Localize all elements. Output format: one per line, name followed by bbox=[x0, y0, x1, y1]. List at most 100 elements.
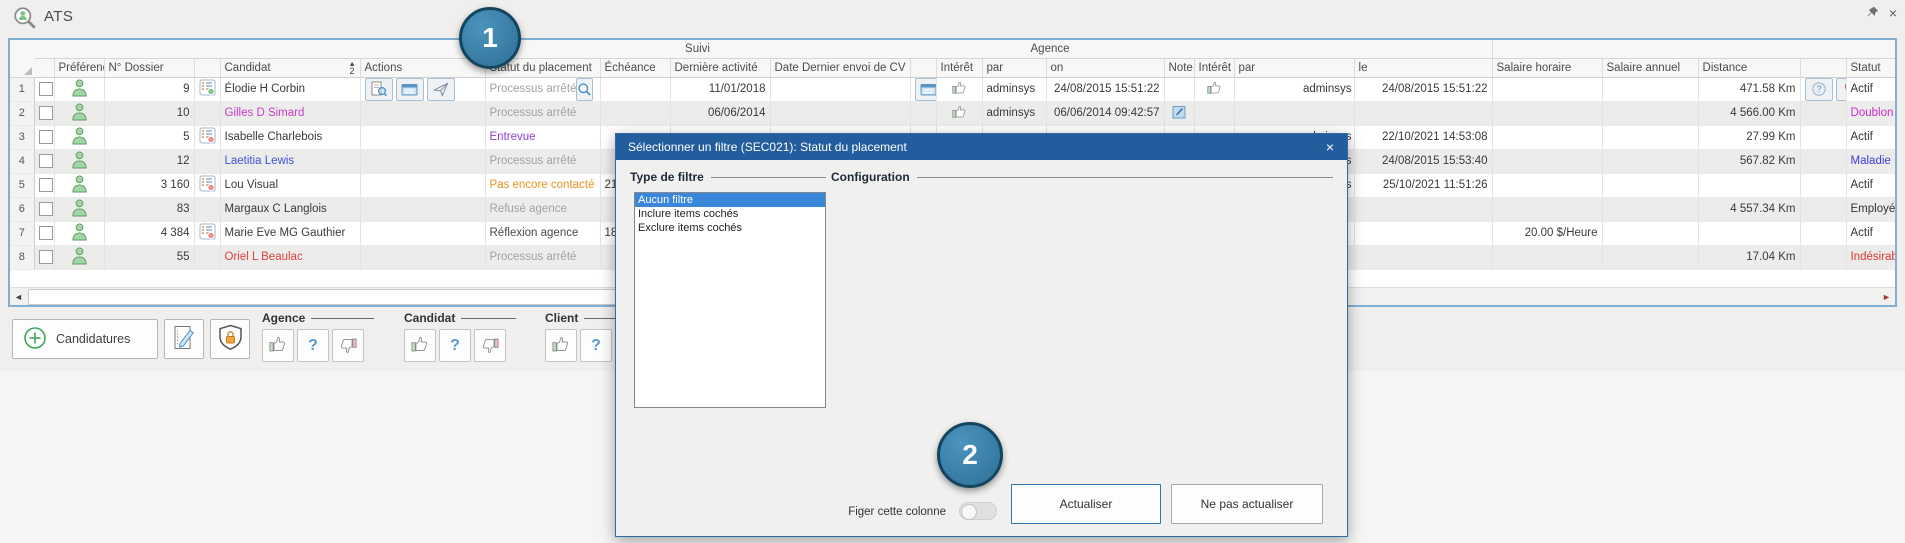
cell-le bbox=[1354, 101, 1492, 125]
cell-pref bbox=[54, 173, 104, 197]
col-header-distance[interactable]: Distance bbox=[1698, 58, 1800, 77]
close-icon[interactable]: × bbox=[1889, 6, 1897, 20]
col-header-pre-fe-renc[interactable]: Préférenc... bbox=[54, 58, 104, 77]
no-update-button[interactable]: Ne pas actualiser bbox=[1171, 484, 1323, 524]
row-checkbox[interactable] bbox=[39, 154, 53, 168]
cell-chk bbox=[34, 221, 54, 245]
col-header-e-che-ance[interactable]: Échéance bbox=[600, 58, 670, 77]
thumb-down-icon bbox=[481, 337, 499, 355]
row-checkbox[interactable] bbox=[39, 130, 53, 144]
col-header-inte-re-t[interactable]: Intérêt bbox=[1194, 58, 1234, 77]
row-number: 7 bbox=[10, 221, 34, 245]
cell-dist: 4 566.00 Km bbox=[1698, 101, 1800, 125]
row-checkbox[interactable] bbox=[39, 82, 53, 96]
filter-option[interactable]: Inclure items cochés bbox=[635, 207, 825, 221]
candidatures-button[interactable]: Candidatures bbox=[12, 319, 158, 359]
col-header-par[interactable]: par bbox=[1234, 58, 1354, 77]
group-header-col bbox=[34, 40, 485, 58]
col-header-candidat[interactable]: Candidat▲2 bbox=[220, 58, 360, 77]
col-header-col[interactable] bbox=[34, 58, 54, 77]
rating-group-candidat: Candidat? bbox=[404, 311, 516, 362]
row-checkbox[interactable] bbox=[39, 226, 53, 240]
placement-status-lookup-button[interactable] bbox=[576, 78, 593, 101]
freeze-column-toggle[interactable] bbox=[959, 502, 997, 520]
table-row[interactable]: 210Gilles D SimardProcessus arrêté06/06/… bbox=[10, 101, 1895, 125]
scroll-right-icon[interactable]: ► bbox=[1878, 288, 1895, 305]
candidat-thumb-up-button[interactable] bbox=[404, 329, 436, 362]
col-header-col[interactable] bbox=[1800, 58, 1846, 77]
agence-unknown-button[interactable]: ? bbox=[297, 329, 329, 362]
col-header-on[interactable]: on bbox=[1046, 58, 1164, 77]
security-button[interactable] bbox=[210, 319, 250, 359]
candidate-status: Actif bbox=[1851, 83, 1873, 95]
col-header-col[interactable] bbox=[194, 58, 220, 77]
map-pin-button[interactable] bbox=[1836, 78, 1847, 101]
cell-sala bbox=[1602, 173, 1698, 197]
cell-dossier: 12 bbox=[104, 149, 194, 173]
row-number: 8 bbox=[10, 245, 34, 269]
notes-button[interactable] bbox=[164, 319, 204, 359]
col-header-inte-re-t[interactable]: Intérêt bbox=[936, 58, 982, 77]
filter-type-listbox[interactable]: Aucun filtreInclure items cochésExclure … bbox=[634, 192, 826, 408]
placement-status: Processus arrêté bbox=[490, 155, 577, 167]
action-preview-cv-button[interactable] bbox=[365, 78, 393, 101]
col-header-actions[interactable]: Actions bbox=[360, 58, 485, 77]
cell-dist bbox=[1698, 221, 1800, 245]
action-send-cv-button[interactable] bbox=[427, 78, 455, 101]
cell-folder bbox=[910, 77, 936, 101]
col-header-date-dernier-envoi-de-cv[interactable]: Date Dernier envoi de CV bbox=[770, 58, 910, 77]
scroll-left-icon[interactable]: ◄ bbox=[10, 288, 27, 305]
update-button[interactable]: Actualiser bbox=[1011, 484, 1161, 524]
help-circle-button[interactable]: ? bbox=[1805, 78, 1833, 101]
candidat-thumb-down-button[interactable] bbox=[474, 329, 506, 362]
cell-dist: 471.58 Km bbox=[1698, 77, 1800, 101]
action-open-folder-button[interactable] bbox=[396, 78, 424, 101]
row-checkbox[interactable] bbox=[39, 202, 53, 216]
cell-ech bbox=[600, 101, 670, 125]
dialog-close-icon[interactable]: × bbox=[1319, 134, 1341, 160]
cell-dist: 567.82 Km bbox=[1698, 149, 1800, 173]
cell-ric bbox=[1800, 197, 1846, 221]
cell-par1: adminsys bbox=[982, 101, 1046, 125]
agence-thumb-up-button[interactable] bbox=[262, 329, 294, 362]
col-header-n-dossier[interactable]: N° Dossier bbox=[104, 58, 194, 77]
col-header-col[interactable] bbox=[910, 58, 936, 77]
candidate-person-icon bbox=[71, 208, 88, 220]
table-row[interactable]: 19Élodie H CorbinProcessus arrêté11/01/2… bbox=[10, 77, 1895, 101]
dialog-title: Sélectionner un filtre (SEC021): Statut … bbox=[628, 140, 907, 154]
col-header-par[interactable]: par bbox=[982, 58, 1046, 77]
cell-ric bbox=[1800, 221, 1846, 245]
pin-icon[interactable] bbox=[1867, 6, 1879, 20]
filter-option[interactable]: Exclure items cochés bbox=[635, 221, 825, 235]
row-folder-button[interactable] bbox=[915, 78, 937, 101]
cell-on1: 06/06/2014 09:42:57 bbox=[1046, 101, 1164, 125]
agence-thumb-down-button[interactable] bbox=[332, 329, 364, 362]
client-unknown-button[interactable]: ? bbox=[580, 329, 612, 362]
cell-le: 22/10/2021 14:53:08 bbox=[1354, 125, 1492, 149]
cell-le bbox=[1354, 197, 1492, 221]
candidat-unknown-button[interactable]: ? bbox=[439, 329, 471, 362]
col-header-dernie-re-activite[interactable]: Dernière activité bbox=[670, 58, 770, 77]
row-checkbox[interactable] bbox=[39, 106, 53, 120]
row-checkbox[interactable] bbox=[39, 178, 53, 192]
dialog-title-bar[interactable]: Sélectionner un filtre (SEC021): Statut … bbox=[616, 134, 1347, 160]
cell-folder bbox=[910, 101, 936, 125]
candidate-person-icon bbox=[71, 160, 88, 172]
col-header-note[interactable]: Note bbox=[1164, 58, 1194, 77]
col-header-le[interactable]: le bbox=[1354, 58, 1492, 77]
row-checkbox[interactable] bbox=[39, 250, 53, 264]
scrollbar-thumb[interactable] bbox=[28, 289, 702, 305]
cell-dossier: 5 bbox=[104, 125, 194, 149]
note-icon[interactable] bbox=[1171, 111, 1188, 123]
ats-logo-icon bbox=[12, 5, 38, 36]
select-all-corner[interactable] bbox=[10, 40, 34, 77]
filter-option[interactable]: Aucun filtre bbox=[635, 193, 825, 207]
col-header-statut[interactable]: Statut bbox=[1846, 58, 1895, 77]
col-header-salaire-horaire[interactable]: Salaire horaire bbox=[1492, 58, 1602, 77]
col-header-salaire-annuel[interactable]: Salaire annuel bbox=[1602, 58, 1698, 77]
client-thumb-up-button[interactable] bbox=[545, 329, 577, 362]
cell-salh: 20.00 $/Heure bbox=[1492, 221, 1602, 245]
cell-sala bbox=[1602, 221, 1698, 245]
candidate-name: Isabelle Charlebois bbox=[225, 131, 323, 143]
dossier-status-icon bbox=[199, 231, 216, 243]
